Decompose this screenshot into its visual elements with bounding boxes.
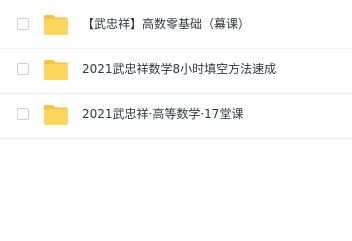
row-checkbox[interactable] [17,18,29,30]
file-row[interactable]: 【武忠祥】高数零基础（幕课） [0,4,352,49]
file-name[interactable]: 2021武忠祥·高等数学·17堂课 [82,105,243,123]
row-checkbox[interactable] [17,108,29,120]
file-name[interactable]: 【武忠祥】高数零基础（幕课） [82,15,250,33]
row-checkbox[interactable] [17,63,29,75]
folder-icon [44,105,68,125]
file-row[interactable]: 2021武忠祥·高等数学·17堂课 [0,94,352,139]
file-name[interactable]: 2021武忠祥数学8小时填空方法速成 [82,60,276,78]
file-list: 【武忠祥】高数零基础（幕课） 2021武忠祥数学8小时填空方法速成 2021武忠… [0,0,352,241]
file-row[interactable]: 2021武忠祥数学8小时填空方法速成 [0,49,352,94]
folder-icon [44,60,68,80]
folder-icon [44,15,68,35]
